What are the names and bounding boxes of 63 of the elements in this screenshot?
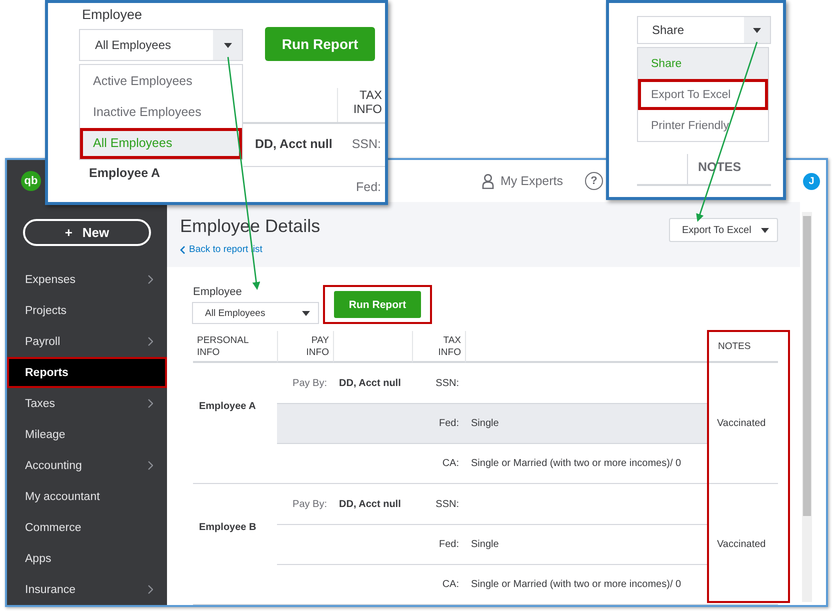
table-cell-text: Fed:: [438, 416, 460, 430]
table-cell-text: Single or Married (with two or more incomes)/ 0: [470, 578, 682, 592]
table-cell-text: SSN:: [434, 376, 460, 390]
column-header: PAY INFO: [305, 335, 329, 359]
caret-icon: [761, 228, 769, 232]
column-header: TAX INFO: [337, 88, 385, 122]
table-cell-text: Fed:: [438, 538, 460, 552]
table-cell-text: Single: [470, 538, 500, 552]
table-cell-text: SSN:: [350, 136, 382, 153]
sidebar-item[interactable]: Projects: [7, 295, 167, 326]
caret-icon: [224, 42, 232, 48]
person-icon: [482, 174, 494, 188]
caret-icon: [302, 310, 310, 316]
menu-option[interactable]: Export To Excel: [638, 79, 768, 110]
table-cell-text: Vaccinated: [716, 538, 767, 552]
scrollbar[interactable]: [802, 212, 812, 602]
employee-select[interactable]: All Employees: [192, 302, 319, 324]
menu-option[interactable]: Active Employees: [80, 65, 242, 96]
sidebar-item[interactable]: Commerce: [7, 512, 167, 543]
chevron-icon: [148, 275, 153, 284]
table-cell-text: Employee A: [198, 400, 257, 414]
table-cell-text: Fed:: [354, 180, 382, 196]
sidebar-item[interactable]: Taxes: [7, 388, 167, 419]
table-cell-text: DD, Acct null: [255, 136, 334, 153]
table-cell-text: DD, Acct null: [338, 498, 402, 512]
menu-option[interactable]: Printer Friendly: [638, 110, 768, 141]
sidebar-item[interactable]: Mileage: [7, 419, 167, 450]
field-label: Employee: [192, 286, 243, 298]
chevron-left-icon: [180, 246, 185, 254]
employee-select[interactable]: All Employees: [79, 29, 243, 61]
share-select[interactable]: Share: [637, 16, 771, 44]
caret-icon: [753, 28, 761, 32]
sidebar-item[interactable]: Reports: [7, 357, 167, 388]
my-experts-link[interactable]: My Experts: [482, 174, 563, 188]
column-header: NOTES: [718, 341, 751, 352]
table-cell-text: CA:: [441, 456, 460, 470]
sidebar-item[interactable]: Payroll: [7, 326, 167, 357]
chevron-icon: [148, 399, 153, 408]
chevron-icon: [148, 337, 153, 346]
sidebar-item[interactable]: My accountant: [7, 481, 167, 512]
table-cell-text: Pay By:: [292, 376, 328, 390]
table-cell-text: DD, Acct null: [338, 376, 402, 390]
chevron-icon: [148, 461, 153, 470]
field-label: Employee: [81, 6, 144, 24]
table-cell-text: Pay By:: [292, 498, 328, 512]
table-cell-text: Single: [470, 416, 500, 430]
export-dropdown[interactable]: Export To Excel: [669, 218, 778, 242]
menu-option[interactable]: Inactive Employees: [80, 96, 242, 128]
table-cell-text: Employee A: [88, 165, 162, 182]
sidebar-item[interactable]: Accounting: [7, 450, 167, 481]
sidebar-item[interactable]: Insurance: [7, 574, 167, 605]
new-button[interactable]: + New: [23, 218, 151, 246]
table-cell-text: SSN:: [434, 498, 460, 512]
table-cell-text: CA:: [441, 578, 460, 592]
help-icon[interactable]: ?: [585, 172, 603, 190]
column-header: TAX INFO: [437, 335, 461, 359]
chevron-icon: [148, 585, 153, 594]
table-cell-text: Employee B: [198, 520, 258, 534]
table-cell-text: Single or Married (with two or more incomes)/ 0: [470, 456, 682, 470]
sidebar-item[interactable]: Apps: [7, 543, 167, 574]
sidebar-item[interactable]: Expenses: [7, 264, 167, 295]
table-cell-text: Vaccinated: [716, 416, 767, 430]
column-header: PERSONAL INFO: [197, 335, 250, 359]
